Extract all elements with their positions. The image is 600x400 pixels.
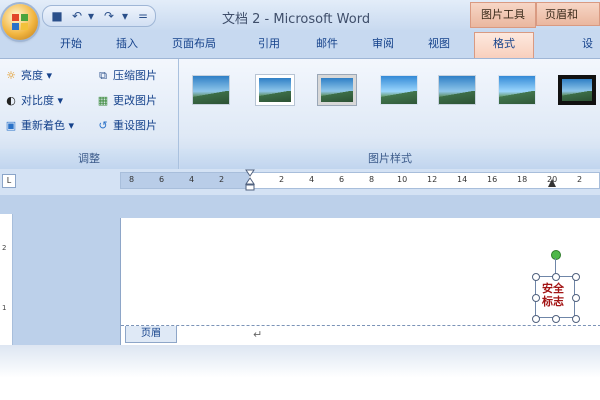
picture-style-thumb[interactable] xyxy=(256,75,294,105)
resize-handle[interactable] xyxy=(552,315,560,323)
word-window: ■ ↶ ▾ ↷ ▾ = 文档 2 - Microsoft Word 图片工具 页… xyxy=(0,0,600,345)
resize-handle[interactable] xyxy=(532,315,540,323)
indent-marker-icon[interactable] xyxy=(245,169,255,191)
undo-dropdown-icon[interactable]: ▾ xyxy=(83,8,99,24)
picture-style-thumb[interactable] xyxy=(498,75,536,105)
header-boundary xyxy=(121,325,600,326)
compress-label: 压缩图片 xyxy=(113,69,157,82)
chevron-down-icon: ▾ xyxy=(65,119,75,132)
sun-icon: ☼ xyxy=(6,69,16,82)
document-page[interactable]: 页眉 ↵ 安全 标志 xyxy=(120,218,600,345)
brightness-label: 亮度 xyxy=(21,69,43,82)
change-picture-icon: ▦ xyxy=(97,94,109,107)
compress-pictures-button[interactable]: ⧉ 压缩图片 xyxy=(96,67,157,85)
recolor-icon: ▣ xyxy=(5,119,17,132)
ruler-tick: 2 xyxy=(2,244,7,252)
ruler-tick: 14 xyxy=(457,175,468,184)
ruler-tick: 4 xyxy=(189,175,195,184)
contrast-label: 对比度 xyxy=(21,94,54,107)
reset-picture-icon: ↺ xyxy=(98,119,108,132)
picture-style-thumb[interactable] xyxy=(318,75,356,105)
office-logo-icon xyxy=(12,14,28,30)
selected-picture[interactable]: 安全 标志 xyxy=(532,250,580,323)
tab-review[interactable]: 审阅 xyxy=(372,35,394,51)
office-button[interactable] xyxy=(2,4,38,40)
ruler-bar: L 8 6 4 2 2 4 6 8 10 12 14 16 18 20 2 xyxy=(0,169,600,195)
vertical-ruler[interactable]: 2 1 xyxy=(0,214,13,345)
ribbon-tab-row: 开始 插入 页面布局 引用 邮件 审阅 视图 格式 设 xyxy=(0,30,600,58)
sign-line-1: 安全 xyxy=(542,282,564,295)
picture-style-thumb[interactable] xyxy=(558,75,596,105)
save-icon[interactable]: ■ xyxy=(49,8,65,24)
change-label: 更改图片 xyxy=(113,94,157,107)
ruler-tick: 4 xyxy=(309,175,315,184)
sign-line-2: 标志 xyxy=(542,295,564,308)
tab-mailings[interactable]: 邮件 xyxy=(316,35,338,51)
context-tab-picture-tools[interactable]: 图片工具 xyxy=(470,2,536,28)
ruler-tick: 1 xyxy=(2,304,7,312)
resize-handle[interactable] xyxy=(572,273,580,281)
tab-format[interactable]: 格式 xyxy=(474,32,534,58)
recolor-button[interactable]: ▣ 重新着色 ▾ xyxy=(4,117,74,135)
contrast-button[interactable]: ◐ 对比度 ▾ xyxy=(4,92,63,110)
adjust-group-label: 调整 xyxy=(0,149,178,169)
ruler-tick: 6 xyxy=(159,175,165,184)
tab-design[interactable]: 设 xyxy=(582,35,593,51)
customize-qat-icon[interactable]: = xyxy=(135,8,151,24)
picture-style-thumb[interactable] xyxy=(438,75,476,105)
paragraph-mark: ↵ xyxy=(253,328,263,341)
picture-styles-group: 图片样式 xyxy=(180,59,600,169)
picture-style-thumb[interactable] xyxy=(192,75,230,105)
change-picture-button[interactable]: ▦ 更改图片 xyxy=(96,92,157,110)
resize-handle[interactable] xyxy=(552,273,560,281)
header-tag[interactable]: 页眉 xyxy=(125,326,177,343)
rotate-handle[interactable] xyxy=(551,250,561,260)
ruler-tick: 10 xyxy=(397,175,408,184)
picture-styles-group-label: 图片样式 xyxy=(180,149,600,169)
tab-references[interactable]: 引用 xyxy=(258,35,280,51)
ruler-tick: 12 xyxy=(427,175,438,184)
brightness-button[interactable]: ☼ 亮度 ▾ xyxy=(4,67,52,85)
picture-style-thumb[interactable] xyxy=(380,75,418,105)
ruler-tick: 2 xyxy=(219,175,225,184)
contrast-icon: ◐ xyxy=(6,94,16,107)
ruler-tick: 8 xyxy=(369,175,375,184)
ruler-tick: 2 xyxy=(577,175,583,184)
ruler-tick: 18 xyxy=(517,175,528,184)
safety-sign-text: 安全 标志 xyxy=(536,282,570,308)
reset-label: 重设图片 xyxy=(113,119,157,132)
title-bar: ■ ↶ ▾ ↷ ▾ = 文档 2 - Microsoft Word 图片工具 页… xyxy=(0,0,600,30)
redo-dropdown-icon[interactable]: ▾ xyxy=(117,8,133,24)
tab-insert[interactable]: 插入 xyxy=(116,35,138,51)
tab-selector[interactable]: L xyxy=(2,174,16,188)
resize-handle[interactable] xyxy=(572,294,580,302)
tab-home[interactable]: 开始 xyxy=(60,35,82,51)
adjust-group: ☼ 亮度 ▾ ◐ 对比度 ▾ ▣ 重新着色 ▾ ⧉ 压缩图片 ▦ 更改图片 ↺ 重设图片 调… xyxy=(0,59,179,169)
chevron-down-icon: ▾ xyxy=(43,69,53,82)
window-title: 文档 2 - Microsoft Word xyxy=(222,12,371,27)
compress-icon: ⧉ xyxy=(99,69,107,82)
redo-icon[interactable]: ↷ xyxy=(101,8,117,24)
ruler-margin xyxy=(121,173,249,188)
ruler-tick: 2 xyxy=(279,175,285,184)
screenshot-fade xyxy=(0,345,600,400)
ruler-tick: 16 xyxy=(487,175,498,184)
chevron-down-icon: ▾ xyxy=(54,94,64,107)
reset-picture-button[interactable]: ↺ 重设图片 xyxy=(96,117,157,135)
tab-view[interactable]: 视图 xyxy=(428,35,450,51)
ruler-tick: 6 xyxy=(339,175,345,184)
resize-handle[interactable] xyxy=(572,315,580,323)
horizontal-ruler[interactable]: 8 6 4 2 2 4 6 8 10 12 14 16 18 20 2 xyxy=(120,172,600,189)
resize-handle[interactable] xyxy=(532,273,540,281)
tab-page-layout[interactable]: 页面布局 xyxy=(172,35,216,51)
right-indent-marker-icon[interactable] xyxy=(548,179,556,187)
ruler-tick: 8 xyxy=(129,175,135,184)
ribbon: ☼ 亮度 ▾ ◐ 对比度 ▾ ▣ 重新着色 ▾ ⧉ 压缩图片 ▦ 更改图片 ↺ 重设图片 调… xyxy=(0,58,600,170)
quick-access-toolbar: ■ ↶ ▾ ↷ ▾ = xyxy=(42,5,156,27)
context-tab-header-footer[interactable]: 页眉和 xyxy=(536,2,600,26)
recolor-label: 重新着色 xyxy=(21,119,65,132)
